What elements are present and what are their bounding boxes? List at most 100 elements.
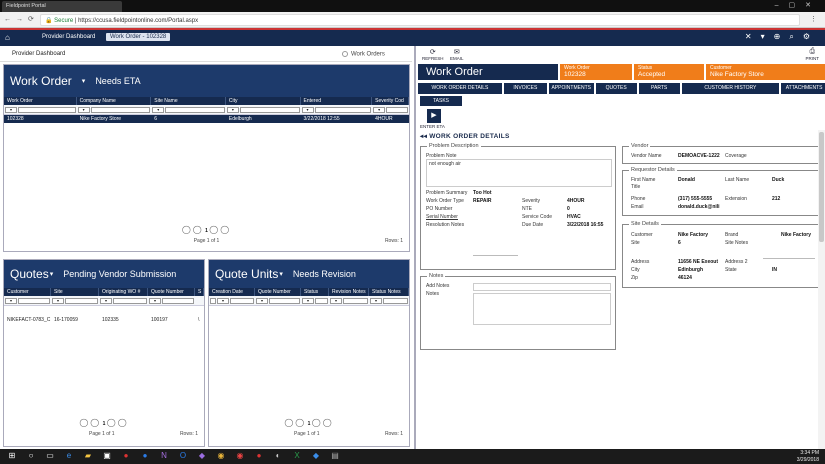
filter-input[interactable]	[386, 106, 408, 113]
filter-operator[interactable]: ▾	[330, 297, 342, 304]
app-icon[interactable]: ◐	[272, 451, 284, 460]
filter-operator[interactable]: ▾	[301, 106, 314, 113]
column-header[interactable]: Severity Cod	[372, 97, 409, 105]
print-button[interactable]: ⎙ PRINT	[806, 48, 820, 61]
onenote-icon[interactable]: N	[158, 451, 170, 460]
browser-tab[interactable]: Fieldpoint Portal	[2, 1, 122, 12]
filter-operator[interactable]: ▾	[226, 106, 239, 113]
filter-input[interactable]	[314, 106, 372, 113]
panel-title[interactable]: Quotes	[10, 267, 49, 281]
excel-icon[interactable]: X	[291, 451, 303, 460]
pager[interactable]: ◯◯ 1 ◯◯	[4, 418, 204, 427]
detail-scrollbar[interactable]	[818, 130, 825, 449]
refresh-button[interactable]: ⟳ REFRESH	[422, 48, 444, 61]
column-header[interactable]: S	[195, 288, 204, 296]
table-row[interactable]: 102328 Nike Factory Store 6 Edelburgh 3/…	[4, 115, 409, 123]
resolution-notes-textarea[interactable]	[473, 223, 518, 256]
nav-buttons[interactable]: ←→⟳	[4, 15, 39, 23]
window-controls[interactable]: –▢✕	[775, 1, 821, 9]
home-icon[interactable]: ⌂	[5, 33, 10, 42]
filter-operator[interactable]: ▾	[100, 297, 112, 304]
header-icons[interactable]: ✕▾⊕⌕⚙	[745, 32, 819, 42]
column-header[interactable]: Revision Notes	[329, 288, 369, 296]
pager[interactable]: ◯◯ 1 ◯◯	[209, 418, 409, 427]
column-header[interactable]: Site Name	[151, 97, 226, 105]
app-icon[interactable]: ▤	[329, 451, 341, 460]
filter-operator[interactable]: ▾	[5, 297, 17, 304]
column-header[interactable]: Status	[301, 288, 329, 296]
filter-input[interactable]	[383, 297, 408, 304]
chrome-icon[interactable]: ◉	[234, 451, 246, 460]
filter-operator[interactable]: ▾	[149, 297, 161, 304]
tab-tasks[interactable]: TASKS	[420, 96, 462, 106]
panel-title[interactable]: Work Order	[10, 74, 72, 88]
column-header[interactable]: Originating WO #	[99, 288, 148, 296]
app-icon[interactable]: ●	[139, 451, 151, 460]
tab-appointments[interactable]: APPOINTMENTS	[548, 83, 594, 94]
scrollbar-thumb[interactable]	[819, 132, 824, 242]
chevron-down-icon[interactable]: ▾	[50, 270, 54, 278]
serial-number-link[interactable]: Serial Number	[426, 214, 458, 220]
store-icon[interactable]: ▣	[101, 451, 113, 460]
column-header[interactable]: Customer	[4, 288, 51, 296]
panel-title[interactable]: Quote Units	[215, 267, 278, 281]
folder-icon[interactable]: ▰	[82, 451, 94, 460]
section-title[interactable]: ◂◂ WORK ORDER DETAILS	[420, 132, 510, 140]
chevron-down-icon[interactable]: ▾	[279, 270, 283, 278]
tab-attachments[interactable]: ATTACHMENTS	[781, 83, 825, 94]
column-header[interactable]: Work Order	[4, 97, 77, 105]
filter-input[interactable]	[90, 106, 151, 113]
search-icon[interactable]: ○	[25, 451, 37, 460]
select-all-checkbox[interactable]	[210, 297, 216, 304]
column-header[interactable]: Quote Number	[255, 288, 301, 296]
outlook-icon[interactable]: O	[177, 451, 189, 460]
system-clock[interactable]: 3:34 PM 3/29/2018	[797, 450, 819, 463]
column-header[interactable]: City	[226, 97, 301, 105]
add-notes-input[interactable]	[473, 283, 611, 291]
filter-input[interactable]	[113, 297, 147, 304]
table-row[interactable]: NIKEFACT-0783_C 16-170059 102335 100197 …	[4, 316, 204, 324]
filter-input[interactable]	[230, 297, 254, 304]
tab-customer-history[interactable]: CUSTOMER HISTORY	[681, 83, 780, 94]
filter-operator[interactable]: ▾	[370, 297, 382, 304]
browser-menu-icon[interactable]: ⋮	[810, 15, 817, 23]
filter-input[interactable]	[269, 297, 300, 304]
email-value[interactable]: donald.duck@nili	[678, 204, 720, 210]
filter-input[interactable]	[162, 297, 194, 304]
enter-eta-button[interactable]: ▶	[427, 109, 441, 123]
windows-start-icon[interactable]: ⊞	[6, 451, 18, 460]
filter-input[interactable]	[165, 106, 225, 113]
url-field[interactable]: 🔒 Secure | https://ccusa.fieldpointonlin…	[40, 14, 800, 26]
pager[interactable]: ◯◯ 1 ◯◯	[4, 225, 409, 234]
app-icon[interactable]: ◆	[310, 451, 322, 460]
app-icon[interactable]: ◉	[215, 451, 227, 460]
filter-operator[interactable]: ▾	[302, 297, 314, 304]
column-header[interactable]: Company Name	[77, 97, 152, 105]
edge-icon[interactable]: e	[63, 451, 75, 460]
tab-quotes[interactable]: QUOTES	[595, 83, 637, 94]
breadcrumb-work-order[interactable]: Work Order - 102328	[106, 33, 171, 41]
filter-operator[interactable]: ▾	[152, 106, 165, 113]
column-header[interactable]: Site	[51, 288, 99, 296]
work-orders-toggle[interactable]: Work Orders	[342, 51, 385, 58]
app-icon[interactable]: ●	[253, 451, 265, 460]
chevron-down-icon[interactable]: ▾	[82, 77, 86, 85]
site-notes-textarea[interactable]	[763, 245, 815, 259]
filter-input[interactable]	[315, 297, 328, 304]
visual-studio-icon[interactable]: ◆	[196, 451, 208, 460]
tab-parts[interactable]: PARTS	[638, 83, 680, 94]
filter-operator[interactable]: ▾	[77, 106, 90, 113]
email-button[interactable]: ✉ EMAIL	[450, 48, 464, 61]
task-view-icon[interactable]: ▭	[44, 451, 56, 460]
column-header[interactable]: Status Notes	[369, 288, 409, 296]
filter-input[interactable]	[343, 297, 368, 304]
breadcrumb-dashboard[interactable]: Provider Dashboard	[42, 34, 95, 40]
column-header[interactable]: Entered	[301, 97, 373, 105]
filter-input[interactable]	[18, 297, 50, 304]
app-icon[interactable]: ●	[120, 451, 132, 460]
filter-operator[interactable]: ▾	[52, 297, 64, 304]
filter-input[interactable]	[239, 106, 300, 113]
taskbar-icons[interactable]: ⊞ ○ ▭ e ▰ ▣ ● ● N O ◆ ◉ ◉ ● ◐ X ◆ ▤	[6, 451, 341, 460]
column-header[interactable]: Quote Number	[148, 288, 195, 296]
tab-work-order-details[interactable]: WORK ORDER DETAILS	[418, 83, 502, 94]
